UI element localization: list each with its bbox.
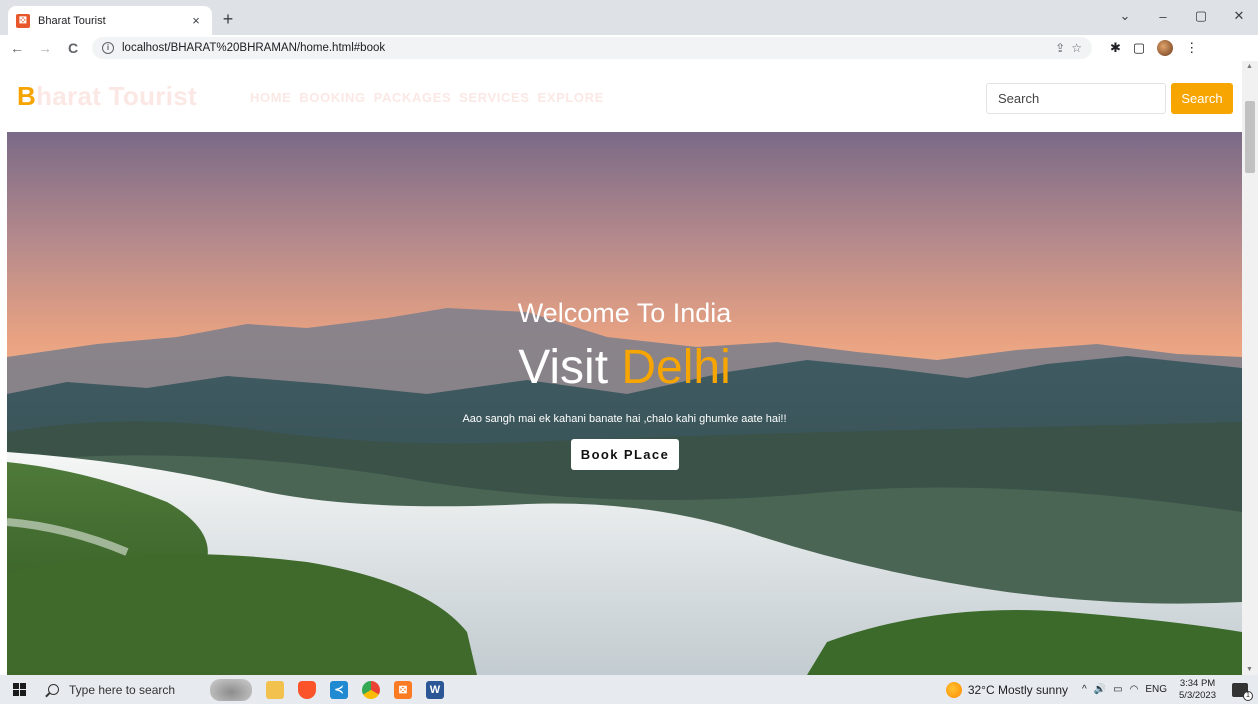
taskbar-search[interactable]: Type here to search	[38, 675, 198, 704]
site-navbar: Bharat Tourist HOME BOOKING PACKAGES SER…	[0, 61, 1242, 132]
xampp-icon[interactable]: ⊠	[394, 680, 412, 699]
hero-subtitle: Welcome To India	[517, 298, 732, 328]
site-brand[interactable]: Bharat Tourist	[17, 81, 197, 112]
nav-link-packages[interactable]: PACKAGES	[374, 90, 452, 105]
battery-icon[interactable]: ▭	[1113, 684, 1122, 695]
search-button[interactable]: Search	[1171, 83, 1233, 114]
tray-chevron-icon[interactable]: ^	[1082, 684, 1087, 695]
taskbar-apps: ≺ ⊠ W	[210, 678, 444, 701]
tab-list-icon[interactable]: ⌄	[1106, 0, 1144, 32]
window-controls: ⌄ – ▢ ✕	[1106, 0, 1258, 35]
search-icon	[48, 684, 59, 695]
taskbar-clock[interactable]: 3:34 PM 5/3/2023	[1179, 678, 1216, 702]
windows-start-icon[interactable]	[0, 675, 38, 704]
close-window-icon[interactable]: ✕	[1220, 0, 1258, 32]
search-input[interactable]	[986, 83, 1166, 114]
hero-title-city: Delhi	[621, 341, 731, 394]
nav-link-booking[interactable]: BOOKING	[299, 90, 365, 105]
system-tray: 32°C Mostly sunny ^ 🔊 ▭ ◠ ENG 3:34 PM 5/…	[945, 675, 1258, 704]
browser-tabstrip: ⊠ Bharat Tourist × + ⌄ – ▢ ✕	[0, 0, 1258, 35]
address-bar[interactable]: i localhost/BHARAT%20BHRAMAN/home.html#b…	[92, 37, 1092, 59]
file-explorer-icon[interactable]	[266, 680, 284, 699]
forward-icon[interactable]: →	[34, 37, 56, 59]
notification-badge: 1	[1243, 690, 1253, 701]
scroll-down-icon[interactable]: ▼	[1246, 666, 1253, 673]
browser-toolbar: ← → C i localhost/BHARAT%20BHRAMAN/home.…	[0, 35, 1258, 61]
page-viewport: Bharat Tourist HOME BOOKING PACKAGES SER…	[0, 61, 1258, 675]
chrome-icon[interactable]	[362, 680, 380, 699]
brand-initial: B	[17, 81, 37, 111]
close-tab-icon[interactable]: ×	[188, 13, 204, 28]
clock-date: 5/3/2023	[1179, 689, 1216, 701]
side-panel-icon[interactable]: ▢	[1133, 40, 1145, 56]
vscode-icon[interactable]: ≺	[330, 680, 348, 699]
site-info-icon[interactable]: i	[102, 42, 114, 54]
language-indicator[interactable]: ENG	[1145, 684, 1167, 695]
extensions-icon[interactable]: ✱	[1110, 40, 1121, 56]
url-text[interactable]: localhost/BHARAT%20BHRAMAN/home.html#boo…	[122, 42, 1055, 54]
tab-title: Bharat Tourist	[38, 14, 106, 27]
hero-title-visit: Visit	[518, 341, 622, 394]
minimize-icon[interactable]: –	[1144, 0, 1182, 32]
brave-browser-icon[interactable]	[298, 680, 316, 699]
brand-name: harat Tourist	[36, 81, 197, 111]
profile-avatar[interactable]	[1157, 40, 1174, 56]
tray-icons: ^ 🔊 ▭ ◠ ENG	[1082, 684, 1167, 695]
reload-icon[interactable]: C	[62, 37, 84, 59]
weather-text[interactable]: 32°C Mostly sunny	[968, 683, 1068, 697]
restore-icon[interactable]: ▢	[1182, 0, 1220, 32]
volume-icon[interactable]: 🔊	[1094, 684, 1106, 695]
scroll-thumb[interactable]	[1245, 101, 1255, 173]
new-tab-button[interactable]: +	[218, 9, 238, 29]
hero-content: Welcome To India Visit Delhi Aao sangh m…	[7, 132, 1242, 675]
hero-tagline: Aao sangh mai ek kahani banate hai ,chal…	[462, 413, 787, 425]
notification-icon[interactable]: 1	[1232, 682, 1253, 701]
browser-tab[interactable]: ⊠ Bharat Tourist ×	[8, 6, 212, 35]
windows-taskbar: Type here to search ≺ ⊠ W 32°C Mostly su…	[0, 675, 1258, 704]
wifi-icon[interactable]: ◠	[1130, 684, 1139, 695]
taskbar-search-placeholder: Type here to search	[69, 682, 176, 697]
scroll-up-icon[interactable]: ▲	[1246, 63, 1253, 70]
weather-sun-icon[interactable]	[945, 681, 962, 698]
hero-banner: Welcome To India Visit Delhi Aao sangh m…	[7, 132, 1242, 675]
word-icon[interactable]: W	[426, 680, 444, 699]
xampp-favicon-icon: ⊠	[16, 13, 30, 28]
share-icon[interactable]: ⇪	[1055, 41, 1065, 55]
book-place-button[interactable]: Book PLace	[571, 439, 679, 470]
nav-menu: HOME BOOKING PACKAGES SERVICES EXPLORE	[250, 90, 604, 105]
nav-link-home[interactable]: HOME	[250, 90, 291, 105]
page-scrollbar[interactable]: ▲ ▼	[1242, 61, 1258, 675]
bookmark-star-icon[interactable]: ☆	[1071, 41, 1082, 55]
clock-time: 3:34 PM	[1179, 677, 1216, 689]
browser-menu-icon[interactable]: ⋮	[1185, 40, 1198, 56]
back-icon[interactable]: ←	[6, 37, 28, 59]
nav-link-explore[interactable]: EXPLORE	[538, 90, 604, 105]
koala-widget-icon[interactable]	[210, 678, 252, 701]
hero-title: Visit Delhi	[7, 340, 1242, 395]
nav-link-services[interactable]: SERVICES	[459, 90, 529, 105]
